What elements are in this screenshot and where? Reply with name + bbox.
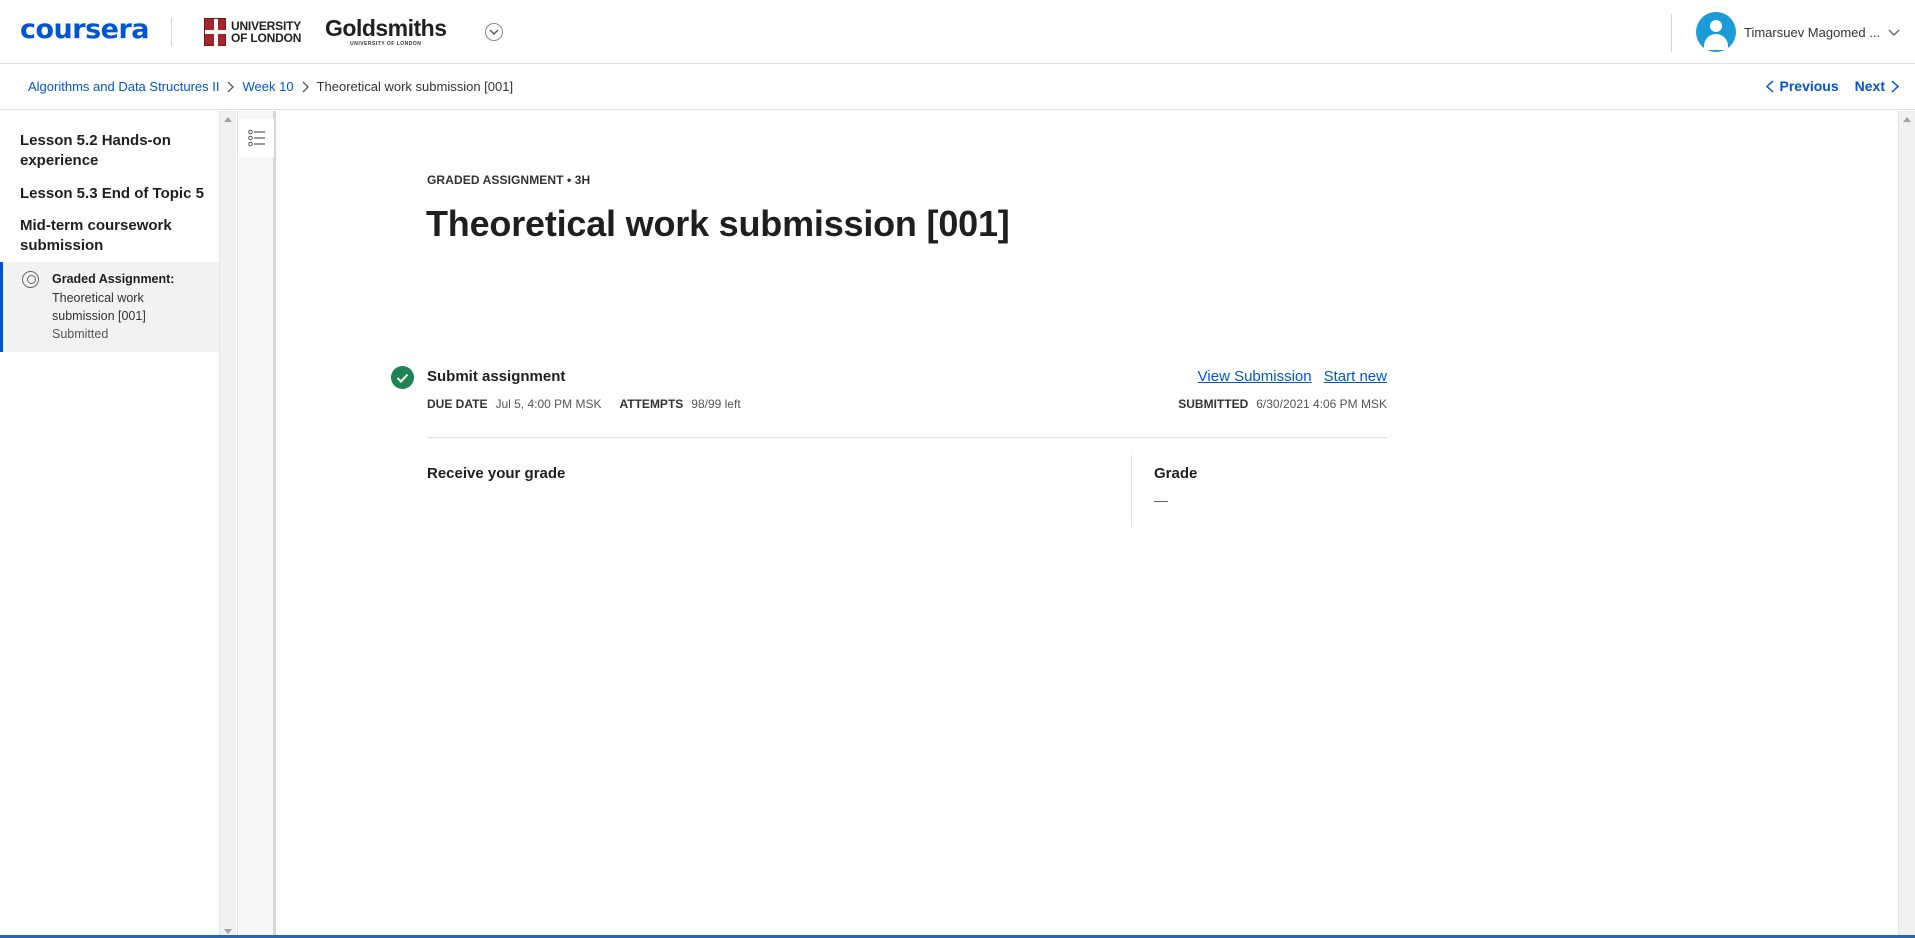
receive-grade-heading: Receive your grade <box>427 465 566 482</box>
coursera-logo[interactable]: coursera <box>20 14 150 45</box>
institution-menu-toggle[interactable] <box>485 23 503 41</box>
partner1-line2: OF LONDON <box>231 31 302 45</box>
user-avatar-icon <box>1696 12 1736 52</box>
breadcrumb-current: Theoretical work submission [001] <box>316 79 514 94</box>
active-item-status: Submitted <box>52 327 109 341</box>
assignment-icon <box>22 271 39 288</box>
breadcrumb-week-link[interactable]: Week 10 <box>242 79 293 94</box>
chevron-right-icon <box>227 81 235 93</box>
scroll-up-icon[interactable] <box>1903 117 1911 122</box>
attempts-label: ATTEMPTS <box>619 397 684 411</box>
chevron-right-icon <box>302 81 309 93</box>
sidebar-scrollbar[interactable] <box>219 111 236 938</box>
submitted-info: SUBMITTED 6/30/2021 4:06 PM MSK <box>1178 397 1387 411</box>
submitted-label: SUBMITTED <box>1178 397 1249 411</box>
user-name: Timarsuev Magomed ... <box>1744 24 1881 40</box>
grade-divider <box>1131 455 1132 527</box>
page-title: Theoretical work submission [001] <box>426 203 1010 244</box>
grade-value: — <box>1154 492 1168 508</box>
breadcrumb-course-link[interactable]: Algorithms and Data Structures II <box>28 79 219 94</box>
list-icon <box>247 129 265 147</box>
breadcrumb-bar: Algorithms and Data Structures II Week 1… <box>0 65 1915 110</box>
scroll-up-icon[interactable] <box>224 117 232 122</box>
user-menu[interactable]: Timarsuev Magomed ... <box>1696 12 1900 52</box>
item-navigation: Previous Next <box>1765 78 1899 94</box>
view-submission-link[interactable]: View Submission <box>1198 368 1312 385</box>
chevron-right-icon <box>1891 79 1899 93</box>
active-item-title: Theoretical work submission [001] <box>52 291 146 323</box>
partner2-main: Goldsmiths <box>325 15 447 41</box>
section-divider <box>427 437 1387 438</box>
active-item-type: Graded Assignment: <box>52 272 175 286</box>
sidebar-item-lesson-5-2[interactable]: Lesson 5.2 Hands-on experience <box>20 131 200 171</box>
submit-assignment-heading: Submit assignment <box>427 368 566 385</box>
start-new-link[interactable]: Start new <box>1324 368 1387 385</box>
assignment-meta: DUE DATE Jul 5, 4:00 PM MSK ATTEMPTS 98/… <box>427 397 759 411</box>
chevron-down-icon <box>489 29 499 35</box>
university-of-london-logo[interactable]: UNIVERSITY OF LONDON <box>204 17 301 47</box>
header-divider-right <box>1671 14 1672 52</box>
goldsmiths-logo[interactable]: Goldsmiths UNIVERSITY OF LONDON <box>325 16 447 47</box>
due-date-value: Jul 5, 4:00 PM MSK <box>495 397 602 411</box>
assignment-eyebrow: GRADED ASSIGNMENT • 3H <box>427 173 591 187</box>
sidebar-item-lesson-5-3[interactable]: Lesson 5.3 End of Topic 5 <box>20 184 204 204</box>
sidebar-item-midterm[interactable]: Mid-term coursework submission <box>20 216 210 256</box>
check-icon <box>391 366 414 389</box>
attempts-value: 98/99 left <box>691 397 741 411</box>
partner2-sub: UNIVERSITY OF LONDON <box>350 41 422 47</box>
sidebar-item-active-assignment[interactable]: Graded Assignment: Theoretical work subm… <box>0 262 219 352</box>
grade-label: Grade <box>1154 465 1198 482</box>
toc-toggle-button[interactable] <box>239 119 274 157</box>
course-sidebar: Lesson 5.2 Hands-on experience Lesson 5.… <box>0 111 219 938</box>
chevron-down-icon <box>1888 29 1900 36</box>
next-button[interactable]: Next <box>1849 78 1899 94</box>
top-header: coursera UNIVERSITY OF LONDON Goldsmiths… <box>0 0 1915 64</box>
scroll-down-icon[interactable] <box>224 929 232 934</box>
main-scrollbar[interactable] <box>1898 111 1915 938</box>
header-divider <box>171 18 172 46</box>
crest-icon <box>204 18 227 47</box>
chevron-left-icon <box>1765 79 1774 93</box>
previous-label: Previous <box>1779 78 1839 94</box>
toc-column <box>237 111 276 938</box>
due-date-label: DUE DATE <box>427 397 488 411</box>
submission-links: View Submission Start new <box>1186 368 1387 385</box>
previous-button[interactable]: Previous <box>1765 78 1845 94</box>
submitted-value: 6/30/2021 4:06 PM MSK <box>1256 397 1387 411</box>
breadcrumb: Algorithms and Data Structures II Week 1… <box>28 79 513 94</box>
next-label: Next <box>1854 78 1885 94</box>
